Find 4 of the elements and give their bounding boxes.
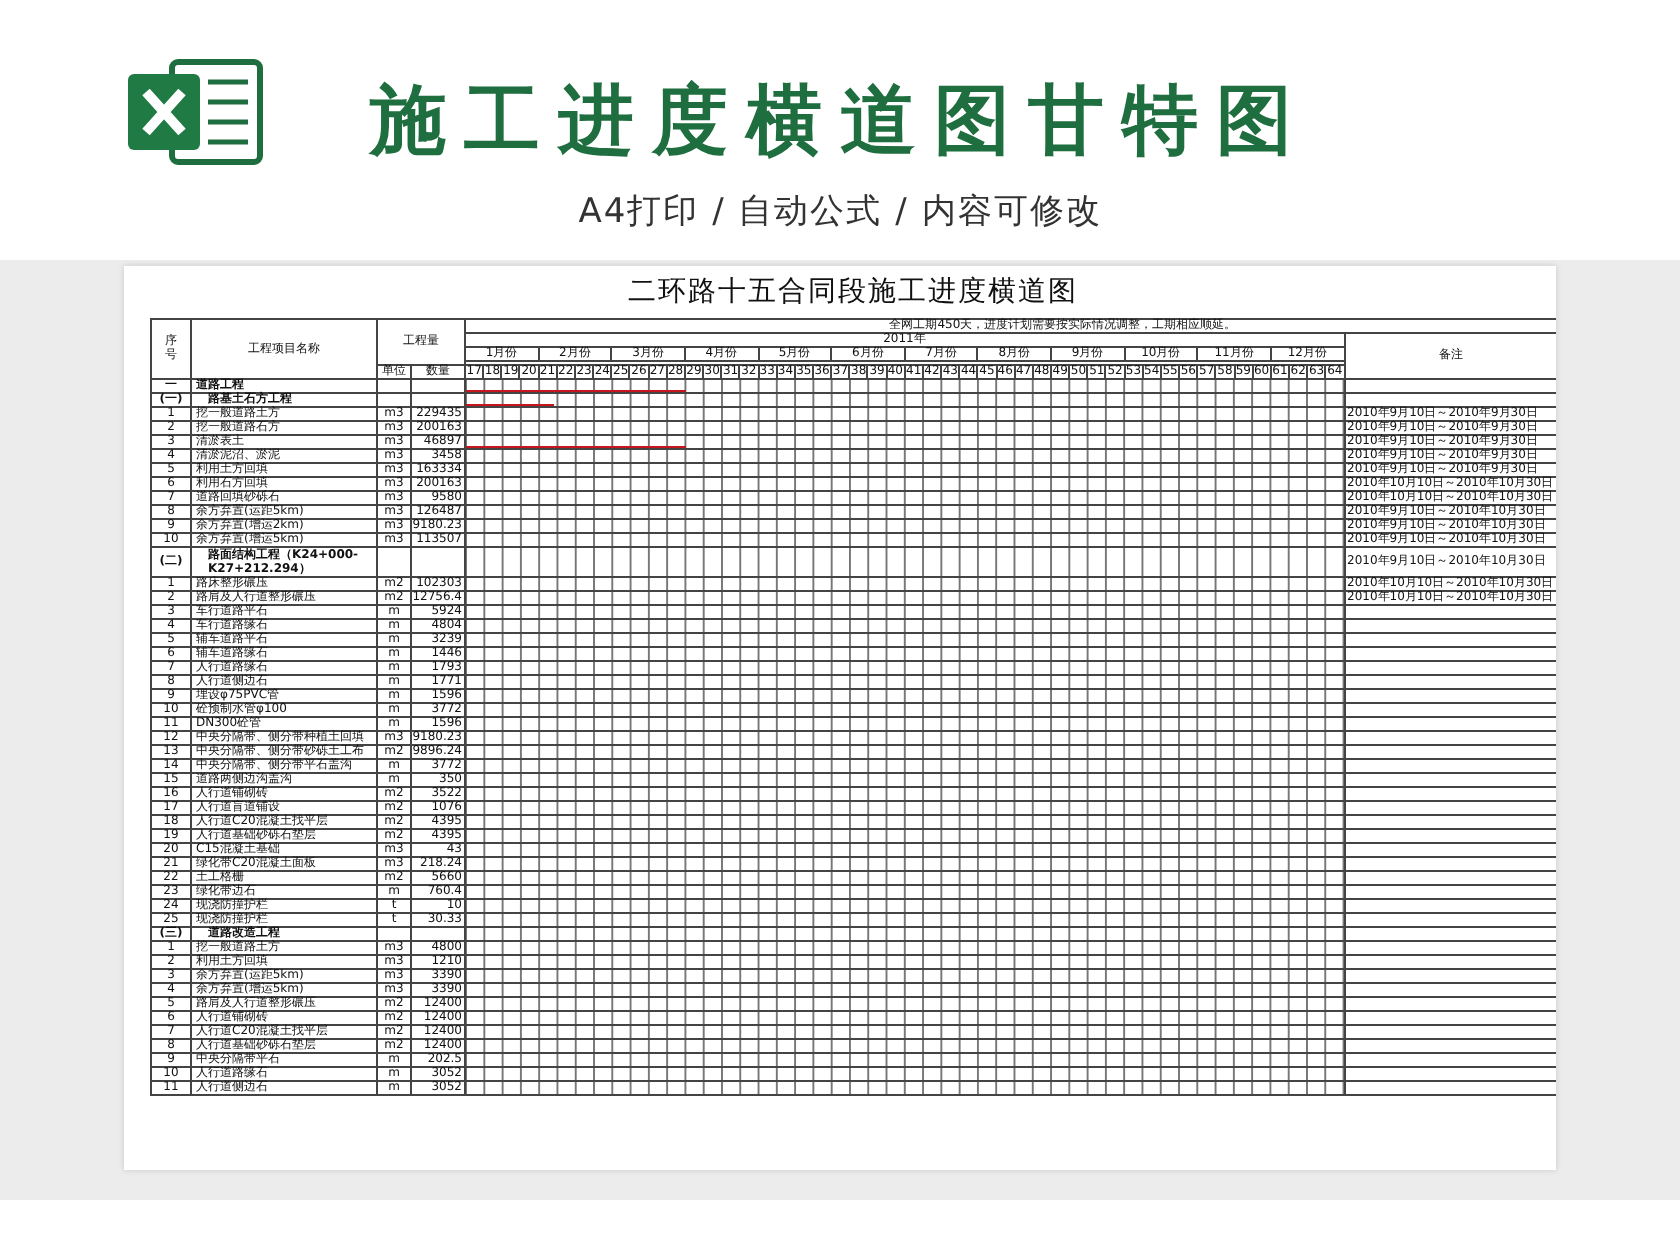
sheet-title: 二环路十五合同段施工进度横道图	[628, 274, 1078, 310]
banner-subtitle: A4打印 / 自动公式 / 内容可修改	[578, 190, 1102, 234]
banner-title: 施工进度横道图甘特图	[370, 74, 1310, 168]
spreadsheet-logo-icon	[124, 54, 264, 170]
